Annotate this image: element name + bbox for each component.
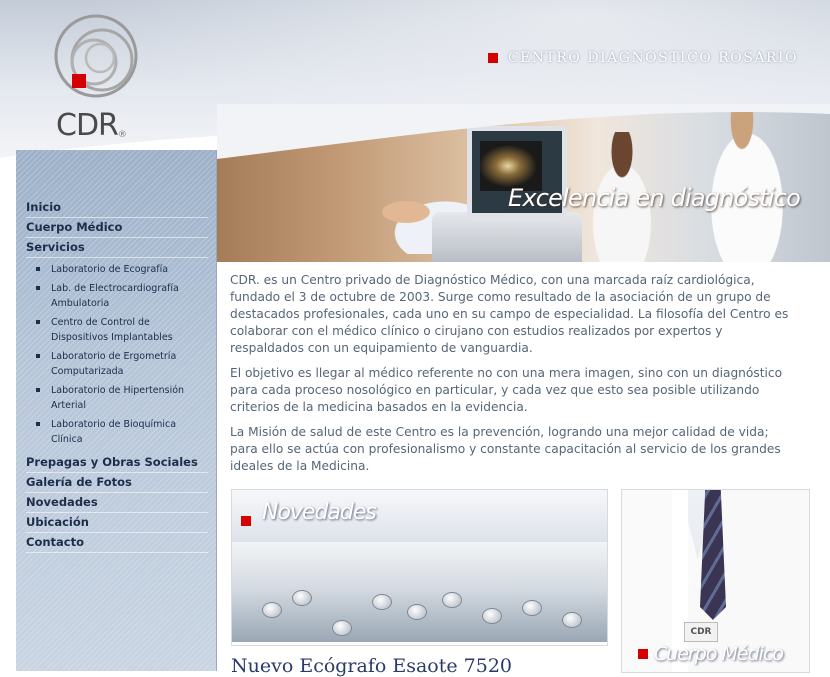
bullet-icon [36, 286, 40, 290]
bullet-icon [36, 267, 40, 271]
knob-icon [442, 592, 462, 608]
novedades-header: Novedades [232, 490, 607, 542]
nav-prepagas[interactable]: Prepagas y Obras Sociales [26, 453, 208, 473]
nav-inicio[interactable]: Inicio [26, 198, 208, 218]
objective-paragraph: El objetivo es llegar al médico referent… [230, 366, 783, 414]
nav-cuerpo-medico[interactable]: Cuerpo Médico [26, 218, 208, 238]
subnav-bioquimica[interactable]: Laboratorio de Bioquímica Clínica [36, 417, 201, 447]
banner-tagline: Excelencia en diagnóstico [508, 184, 801, 212]
main-nav: Inicio Cuerpo Médico Servicios Laborator… [16, 198, 216, 553]
promo-label: Cuerpo Médico [638, 643, 784, 665]
knob-icon [292, 590, 312, 606]
servicios-subnav: Laboratorio de Ecografía Lab. de Electro… [16, 262, 216, 447]
knob-icon [562, 612, 582, 628]
site-title-text: CENTRO DIAGNOSTICO ROSARIO [507, 50, 798, 66]
nav-galeria[interactable]: Galería de Fotos [26, 473, 208, 493]
knob-icon [332, 620, 352, 636]
cuerpo-medico-promo[interactable]: CDR Cuerpo Médico [621, 489, 810, 673]
intro-paragraph: CDR. es un Centro privado de Diagnóstico… [230, 273, 789, 355]
ultrasound-console [432, 212, 582, 262]
nav-servicios[interactable]: Servicios [26, 238, 208, 258]
nav-contacto[interactable]: Contacto [26, 533, 208, 553]
ultrasound-keyboard-image[interactable] [232, 542, 607, 642]
bullet-icon [36, 320, 40, 324]
subnav-ecografia[interactable]: Laboratorio de Ecografía [36, 262, 201, 277]
knob-icon [482, 608, 502, 624]
promo-title: Cuerpo Médico [654, 643, 784, 665]
subnav-electrocardiografia[interactable]: Lab. de Electrocardiografía Ambulatoria [36, 281, 201, 311]
bullet-icon [36, 388, 40, 392]
bullet-icon [36, 354, 40, 358]
red-square-icon [487, 53, 498, 63]
subnav-dispositivos[interactable]: Centro de Control de Dispositivos Implan… [36, 315, 201, 345]
site-title: CENTRO DIAGNOSTICO ROSARIO [487, 48, 798, 68]
sidebar: Inicio Cuerpo Médico Servicios Laborator… [16, 150, 217, 671]
bullet-icon [36, 422, 40, 426]
knob-icon [522, 600, 542, 616]
main-content: CDR. es un Centro privado de Diagnóstico… [230, 272, 796, 483]
knob-icon [372, 594, 392, 610]
red-square-icon [241, 516, 251, 526]
knob-icon [262, 602, 282, 618]
novedades-headline-link[interactable]: Nuevo Ecógrafo Esaote 7520 [231, 655, 611, 677]
hero-banner: Excelencia en diagnóstico [217, 104, 830, 262]
cdr-badge: CDR [684, 622, 718, 642]
nav-novedades[interactable]: Novedades [26, 493, 208, 513]
mission-paragraph: La Misión de salud de este Centro es la … [230, 425, 781, 473]
nav-ubicacion[interactable]: Ubicación [26, 513, 208, 533]
red-square-icon [638, 649, 648, 659]
knob-icon [407, 604, 427, 620]
subnav-ergometria[interactable]: Laboratorio de Ergometría Computarizada [36, 349, 201, 379]
subnav-hipertension[interactable]: Laboratorio de Hipertensión Arterial [36, 383, 201, 413]
novedades-box[interactable]: Novedades [231, 489, 608, 646]
novedades-title: Novedades [262, 500, 377, 525]
banner-curve [217, 104, 830, 159]
